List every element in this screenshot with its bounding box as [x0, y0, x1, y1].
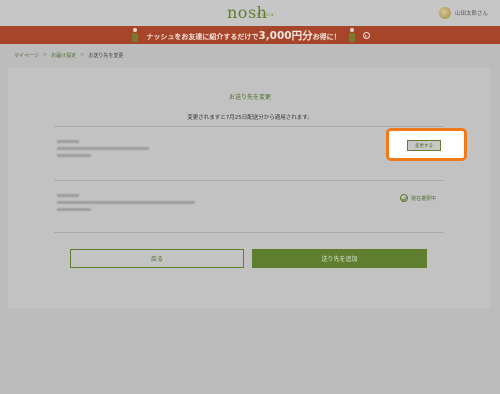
banner-text-before: ナッシュをお友達に紹介するだけで	[146, 32, 259, 41]
breadcrumb-separator: >	[42, 52, 48, 58]
cheering-person-icon	[130, 28, 140, 42]
blurred-phone	[57, 154, 91, 157]
breadcrumb-current: お送り先を変更	[88, 52, 124, 59]
breadcrumb-separator: >	[80, 52, 85, 58]
content-panel	[8, 68, 490, 308]
breadcrumb-mypage[interactable]: マイページ	[14, 52, 39, 59]
cheering-person-icon	[347, 28, 357, 42]
change-address-button[interactable]: 変更する	[407, 140, 441, 151]
add-address-button[interactable]: 送り先を追加	[252, 249, 427, 268]
page-title: お送り先を変更	[228, 94, 271, 101]
blurred-name	[57, 194, 79, 197]
current-selection-badge: 現在選択中	[400, 194, 436, 202]
divider	[54, 232, 444, 233]
blurred-phone	[57, 208, 91, 211]
arrow-right-circle-icon[interactable]: ▸	[362, 31, 370, 39]
blurred-address	[57, 201, 195, 204]
avatar[interactable]	[438, 7, 451, 19]
logo-subtitle: ナッシュ	[256, 13, 274, 18]
banner-text-after: お得に！	[312, 32, 341, 41]
user-menu[interactable]: 山田太郎さん	[438, 6, 488, 20]
blurred-address	[57, 147, 149, 150]
banner-text: ナッシュをお友達に紹介するだけで3,000円分お得に！	[146, 28, 340, 43]
check-circle-icon	[400, 194, 408, 202]
back-button[interactable]: 戻る	[70, 249, 244, 268]
divider	[54, 126, 444, 127]
current-selection-label: 現在選択中	[411, 195, 437, 202]
breadcrumb-delivery-settings[interactable]: お届け設定	[51, 52, 76, 59]
apply-notice: 変更されますと7月25日配送分から適用されます。	[187, 115, 313, 121]
top-header: nosh ナッシュ 山田太郎さん	[0, 0, 500, 26]
breadcrumb: マイページ > お届け設定 > お送り先を変更	[14, 50, 123, 60]
user-name[interactable]: 山田太郎さん	[455, 9, 488, 17]
blurred-name	[57, 140, 79, 143]
divider	[54, 180, 444, 181]
referral-banner[interactable]: ナッシュをお友達に紹介するだけで3,000円分お得に！ ▸	[0, 26, 500, 44]
banner-amount: 3,000円分	[258, 29, 313, 42]
address-entry-1	[57, 140, 149, 161]
address-entry-2	[57, 194, 195, 215]
